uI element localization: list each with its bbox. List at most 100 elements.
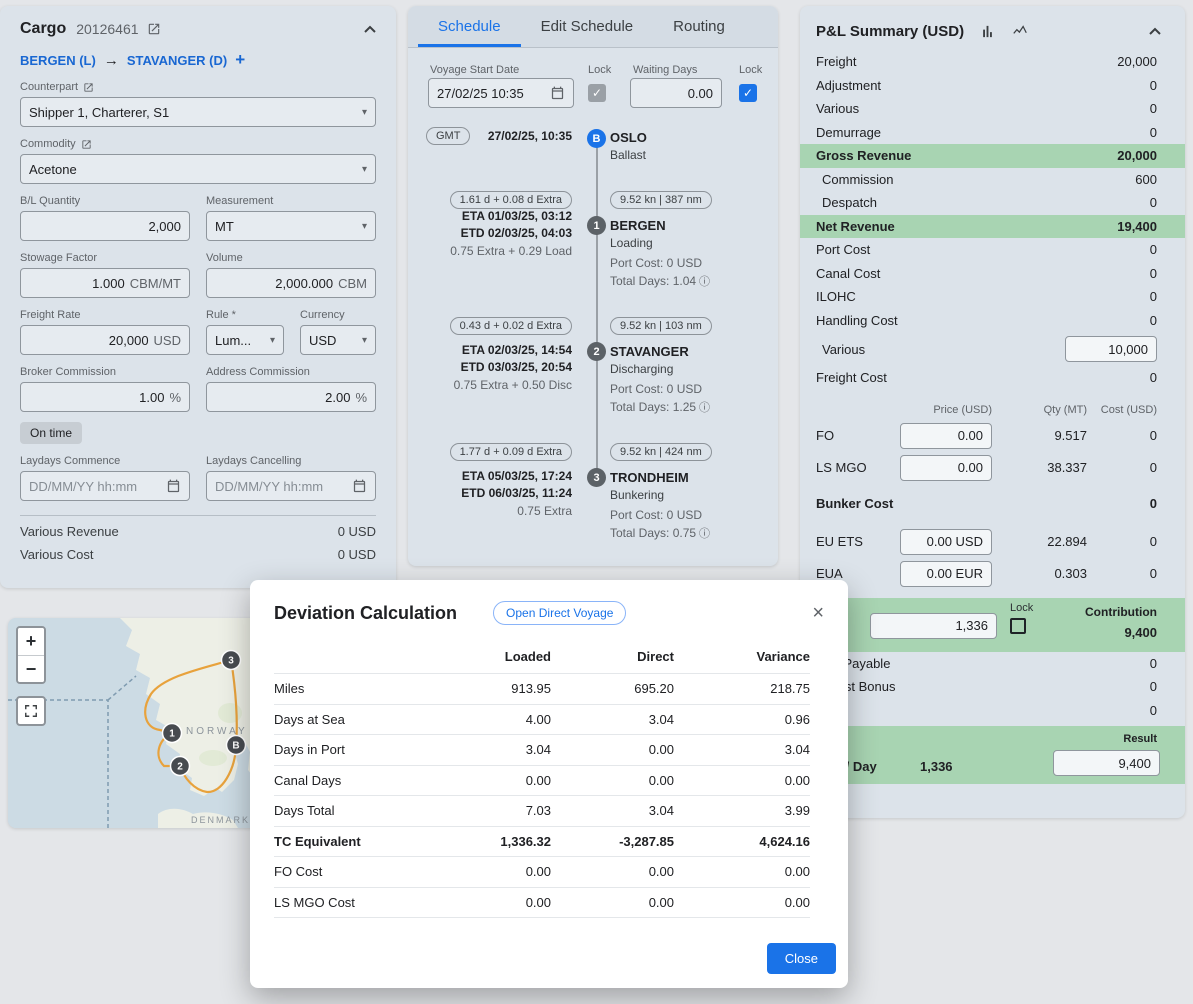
measurement-label: Measurement	[206, 195, 376, 207]
table-row-fo-cost: FO Cost 0.00 0.00 0.00	[274, 857, 810, 888]
info-icon[interactable]: ⓘ	[699, 276, 710, 288]
table-row-days-total: Days Total 7.03 3.04 3.99	[274, 796, 810, 827]
add-port-button[interactable]: +	[235, 50, 245, 70]
map-label-denmark: DENMARK	[191, 815, 250, 825]
leg-duration: 0.43 d + 0.02 d Extra	[426, 316, 572, 335]
map-marker-2[interactable]: 2	[171, 757, 190, 776]
voyage-start-lock-checkbox[interactable]: ✓	[588, 84, 606, 102]
open-direct-voyage-button[interactable]: Open Direct Voyage	[493, 601, 626, 625]
various-cost-input[interactable]: 10,000	[1065, 336, 1157, 362]
bl-quantity-input[interactable]: 2,000	[20, 211, 190, 241]
volume-input[interactable]: 2,000.000 CBM	[206, 268, 376, 298]
pnl-row-handling-cost: Handling Cost0	[800, 309, 1185, 333]
zoom-in-button[interactable]: +	[18, 628, 44, 655]
contribution-value: 9,400	[1124, 625, 1157, 640]
timeline-node-3: 3	[587, 468, 606, 487]
tab-routing[interactable]: Routing	[653, 6, 745, 47]
bar-chart-icon[interactable]	[980, 24, 995, 39]
pnl-summary-card: P&L Summary (USD) Freight20,000 Adjustme…	[800, 6, 1185, 818]
pnl-title: P&L Summary (USD)	[816, 23, 964, 40]
zoom-out-button[interactable]: −	[18, 655, 44, 682]
commodity-select[interactable]: Acetone ▾	[20, 154, 376, 184]
calendar-icon[interactable]	[352, 479, 367, 494]
port-name: OSLO	[610, 130, 647, 145]
leg-speed-distance: 9.52 kn | 103 nm	[610, 316, 712, 335]
pnl-row-freight-cost: Freight Cost0	[800, 366, 1185, 390]
pnl-row-despatch: Despatch0	[800, 191, 1185, 215]
map-marker-B[interactable]: B	[227, 736, 246, 755]
close-button[interactable]: Close	[767, 943, 836, 974]
volume-label: Volume	[206, 252, 376, 264]
broker-commission-label: Broker Commission	[20, 366, 190, 378]
modal-header: Deviation Calculation Open Direct Voyage…	[250, 580, 848, 628]
stop-extra: 0.75 Extra + 0.29 Load	[426, 244, 572, 258]
timeline-line	[596, 138, 598, 478]
map-marker-1[interactable]: 1	[163, 724, 182, 743]
pnl-row-commission: Commission600	[800, 168, 1185, 192]
tce-lock-checkbox[interactable]	[1010, 618, 1026, 634]
eu-ets-price-input[interactable]: 0.00 USD	[900, 529, 992, 555]
lsmgo-price-input[interactable]: 0.00	[900, 455, 992, 481]
route-origin[interactable]: BERGEN (L)	[20, 53, 96, 68]
port-name: STAVANGER	[610, 344, 689, 359]
external-link-icon	[83, 82, 94, 93]
waiting-days-lock-checkbox[interactable]: ✓	[739, 84, 757, 102]
info-icon[interactable]: ⓘ	[699, 528, 710, 540]
pnl-row-gross-revenue: Gross Revenue20,000	[800, 144, 1185, 168]
divider	[20, 515, 376, 516]
pnl-row-demurrage: Demurrage0	[800, 121, 1185, 145]
tab-schedule[interactable]: Schedule	[418, 6, 521, 47]
measurement-select[interactable]: MT ▾	[206, 211, 376, 241]
fullscreen-button[interactable]	[16, 696, 46, 726]
table-row-days-in-port: Days in Port 3.04 0.00 3.04	[274, 735, 810, 766]
calendar-icon[interactable]	[550, 86, 565, 101]
analytics-icon[interactable]	[1011, 24, 1029, 39]
lock-label: Lock	[588, 64, 611, 76]
open-cargo-external-link-icon[interactable]	[147, 22, 161, 36]
port-cost: Port Cost: 0 USD	[610, 256, 702, 270]
tce-input[interactable]: 1,336	[870, 613, 997, 639]
voyage-start-date-input[interactable]: 27/02/25 10:35	[428, 78, 574, 108]
chevron-up-icon[interactable]	[1149, 22, 1161, 40]
various-revenue-row: Various Revenue 0 USD	[20, 524, 376, 539]
leg-speed-distance: 9.52 kn | 387 nm	[610, 190, 712, 209]
table-row-tc-equivalent: TC Equivalent 1,336.32 -3,287.85 4,624.1…	[274, 827, 810, 858]
timezone-badge: GMT	[426, 127, 470, 145]
stop-extra: 0.75 Extra + 0.50 Disc	[426, 378, 572, 392]
eua-price-input[interactable]: 0.00 EUR	[900, 561, 992, 587]
chevron-down-icon: ▾	[362, 164, 367, 175]
port-activity: Discharging	[610, 362, 673, 376]
route-destination[interactable]: STAVANGER (D)	[127, 53, 227, 68]
result-input[interactable]: 9,400	[1053, 750, 1160, 776]
cargo-route: BERGEN (L) → STAVANGER (D) +	[20, 50, 376, 70]
freight-rate-input[interactable]: 20,000 USD	[20, 325, 190, 355]
chevron-up-icon[interactable]	[364, 20, 376, 38]
cargo-header: Cargo 20126461	[20, 20, 376, 38]
laydays-cancelling-input[interactable]: DD/MM/YY hh:mm	[206, 471, 376, 501]
tab-edit-schedule[interactable]: Edit Schedule	[521, 6, 654, 47]
waiting-days-input[interactable]: 0.00	[630, 78, 722, 108]
fo-price-input[interactable]: 0.00	[900, 423, 992, 449]
tce-block: TCE 1,336 Lock Contribution 9,400	[800, 598, 1185, 652]
chevron-down-icon: ▾	[362, 335, 367, 346]
timeline-start-row: GMT 27/02/25, 10:35	[426, 127, 572, 145]
broker-commission-input[interactable]: 1.00 %	[20, 382, 190, 412]
calendar-icon[interactable]	[166, 479, 181, 494]
address-commission-input[interactable]: 2.00 %	[206, 382, 376, 412]
currency-select[interactable]: USD ▾	[300, 325, 376, 355]
counterpart-select[interactable]: Shipper 1, Charterer, S1 ▾	[20, 97, 376, 127]
rule-select[interactable]: Lum... ▾	[206, 325, 284, 355]
stowage-factor-input[interactable]: 1.000 CBM/MT	[20, 268, 190, 298]
cargo-title: Cargo	[20, 20, 66, 38]
pnl-row-port-cost: Port Cost0	[800, 238, 1185, 262]
table-row-canal-days: Canal Days 0.00 0.00 0.00	[274, 766, 810, 797]
info-icon[interactable]: ⓘ	[699, 402, 710, 414]
chevron-down-icon: ▾	[362, 107, 367, 118]
svg-text:3: 3	[228, 656, 234, 667]
laydays-cancelling-label: Laydays Cancelling	[206, 455, 376, 467]
route-arrow-icon: →	[104, 52, 119, 69]
bunker-row-eua: EUA 0.00 EUR 0.303 0	[800, 558, 1185, 590]
laydays-commence-input[interactable]: DD/MM/YY hh:mm	[20, 471, 190, 501]
close-icon[interactable]: ×	[812, 603, 824, 623]
map-marker-3[interactable]: 3	[222, 651, 241, 670]
